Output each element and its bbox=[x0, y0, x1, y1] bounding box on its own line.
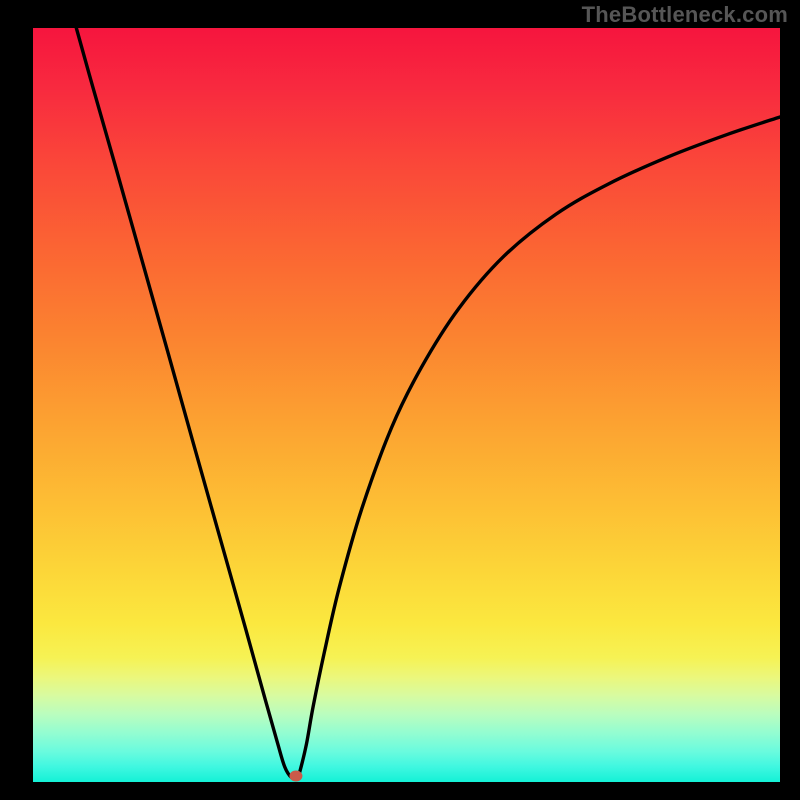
plot-area bbox=[33, 28, 780, 782]
watermark-text: TheBottleneck.com bbox=[582, 2, 788, 28]
curve-minimum-marker bbox=[289, 770, 302, 781]
curve-svg bbox=[33, 28, 780, 782]
bottleneck-curve bbox=[76, 28, 780, 778]
chart-frame: TheBottleneck.com bbox=[0, 0, 800, 800]
